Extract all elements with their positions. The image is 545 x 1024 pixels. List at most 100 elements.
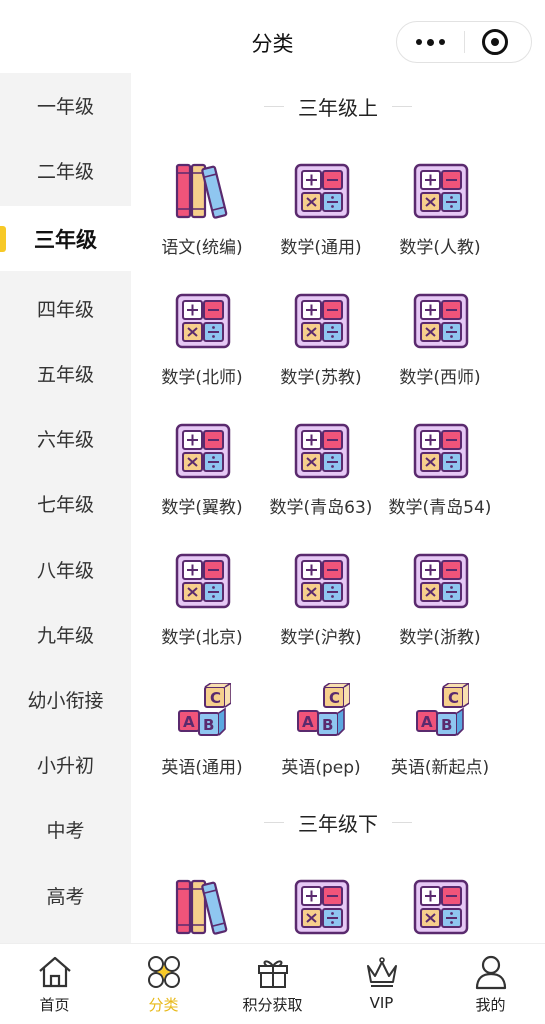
sidebar-item-grade-7[interactable]: 七年级 bbox=[0, 471, 131, 536]
category-label: 英语(pep) bbox=[281, 758, 361, 778]
category-item-math[interactable]: 数学(翼教) bbox=[143, 423, 261, 543]
tab-label: 我的 bbox=[475, 996, 506, 1014]
sidebar-item-grade-6[interactable]: 六年级 bbox=[0, 406, 131, 471]
category-content: 三年级上 语文(统编) 数学(通用) 数学(人教) 数学(北师) 数学(苏教) … bbox=[131, 73, 545, 943]
close-target-icon[interactable] bbox=[482, 29, 508, 55]
calculator-icon bbox=[413, 879, 469, 935]
sidebar-item-label: 幼小衔接 bbox=[27, 690, 104, 712]
sidebar-item-label: 高考 bbox=[46, 886, 85, 908]
sidebar-item-label: 五年级 bbox=[36, 364, 94, 386]
tab-mine[interactable]: 我的 bbox=[436, 944, 545, 1024]
category-item-math[interactable]: 数学(苏教) bbox=[262, 293, 380, 413]
tab-label: 积分获取 bbox=[242, 996, 303, 1014]
category-label: 语文(统编) bbox=[161, 238, 243, 258]
more-menu-icon[interactable] bbox=[397, 22, 464, 62]
sidebar-item-grade-8[interactable]: 八年级 bbox=[0, 537, 131, 602]
sidebar-item-preschool[interactable]: 幼小衔接 bbox=[0, 667, 131, 732]
sidebar-item-label: 二年级 bbox=[36, 161, 94, 183]
category-item-math[interactable]: 数学(浙教) bbox=[381, 553, 499, 673]
abc-blocks-icon bbox=[297, 683, 350, 736]
tab-points[interactable]: 积分获取 bbox=[218, 944, 327, 1024]
sidebar-item-grade-5[interactable]: 五年级 bbox=[0, 341, 131, 406]
category-label: 数学(沪教) bbox=[280, 628, 362, 648]
category-item-english[interactable]: 英语(pep) bbox=[262, 683, 380, 803]
sidebar-item-grade-4[interactable]: 四年级 bbox=[0, 276, 131, 341]
section-title: 三年级下 bbox=[298, 811, 378, 836]
category-label: 数学(苏教) bbox=[280, 368, 362, 388]
category-item-math[interactable]: 数学(沪教) bbox=[262, 553, 380, 673]
sidebar-item-label: 小升初 bbox=[36, 755, 94, 777]
sidebar-item-label: 三年级 bbox=[34, 227, 97, 252]
abc-blocks-icon bbox=[416, 683, 469, 736]
calculator-icon bbox=[294, 423, 350, 479]
sidebar-item-grade-1[interactable]: 一年级 bbox=[0, 73, 131, 138]
sidebar-item-primary-to-middle[interactable]: 小升初 bbox=[0, 732, 131, 797]
sidebar-item-label: 中考 bbox=[46, 820, 85, 842]
category-item-math[interactable] bbox=[381, 879, 499, 943]
category-item-math[interactable]: 数学(青岛54) bbox=[381, 423, 499, 543]
section-header: 三年级上 bbox=[131, 91, 545, 121]
section-header: 三年级下 bbox=[131, 807, 545, 837]
category-label: 数学(西师) bbox=[399, 368, 481, 388]
category-item-math[interactable]: 数学(青岛63) bbox=[262, 423, 380, 543]
books-icon bbox=[175, 879, 228, 935]
calculator-icon bbox=[413, 293, 469, 349]
sidebar-item-grade-3[interactable]: 三年级 bbox=[0, 206, 131, 271]
sidebar-item-label: 四年级 bbox=[36, 299, 94, 321]
category-label: 数学(北师) bbox=[161, 368, 243, 388]
capsule-divider bbox=[464, 31, 465, 53]
category-label: 数学(青岛63) bbox=[269, 498, 373, 518]
active-indicator bbox=[0, 226, 6, 252]
calculator-icon bbox=[413, 423, 469, 479]
category-item-math[interactable]: 数学(西师) bbox=[381, 293, 499, 413]
tab-vip[interactable]: VIP bbox=[327, 944, 436, 1024]
tab-label: VIP bbox=[369, 994, 394, 1012]
category-item-english[interactable]: 英语(通用) bbox=[143, 683, 261, 803]
calculator-icon bbox=[413, 163, 469, 219]
calculator-icon bbox=[175, 553, 231, 609]
category-item-english[interactable]: 英语(新起点) bbox=[381, 683, 499, 803]
abc-blocks-icon bbox=[178, 683, 231, 736]
sidebar-item-gaokao[interactable]: 高考 bbox=[0, 863, 131, 928]
tab-home[interactable]: 首页 bbox=[0, 944, 109, 1024]
calculator-icon bbox=[413, 553, 469, 609]
gift-icon bbox=[258, 960, 288, 988]
section-title: 三年级上 bbox=[298, 95, 378, 120]
category-item-math[interactable]: 数学(人教) bbox=[381, 163, 499, 283]
category-label: 数学(北京) bbox=[161, 628, 243, 648]
calculator-icon bbox=[294, 553, 350, 609]
category-item-chinese[interactable]: 语文(统编) bbox=[143, 163, 261, 283]
user-icon bbox=[475, 955, 507, 990]
mini-program-capsule bbox=[396, 21, 532, 63]
category-item-chinese[interactable] bbox=[143, 879, 261, 943]
sidebar-item-label: 一年级 bbox=[36, 96, 94, 118]
category-label: 英语(通用) bbox=[161, 758, 243, 778]
sidebar-item-label: 八年级 bbox=[36, 560, 94, 582]
category-item-math[interactable]: 数学(北师) bbox=[143, 293, 261, 413]
tab-label: 分类 bbox=[148, 996, 179, 1014]
sidebar-item-grade-2[interactable]: 二年级 bbox=[0, 138, 131, 203]
calculator-icon bbox=[175, 423, 231, 479]
sidebar-item-label: 七年级 bbox=[36, 494, 94, 516]
calculator-icon bbox=[294, 879, 350, 935]
sidebar-item-grade-9[interactable]: 九年级 bbox=[0, 602, 131, 667]
category-label: 数学(青岛54) bbox=[388, 498, 492, 518]
calculator-icon bbox=[294, 293, 350, 349]
grade-sidebar: 一年级 二年级 三年级 四年级 五年级 六年级 七年级 八年级 九年级 幼小衔接… bbox=[0, 73, 131, 943]
calculator-icon bbox=[294, 163, 350, 219]
category-icon bbox=[148, 956, 180, 988]
sidebar-item-label: 九年级 bbox=[36, 625, 94, 647]
home-icon bbox=[39, 956, 71, 988]
category-item-math[interactable]: 数学(通用) bbox=[262, 163, 380, 283]
tab-category[interactable]: 分类 bbox=[109, 944, 218, 1024]
category-label: 数学(浙教) bbox=[399, 628, 481, 648]
category-label: 英语(新起点) bbox=[390, 758, 490, 778]
category-label: 数学(通用) bbox=[280, 238, 362, 258]
sidebar-item-label: 六年级 bbox=[36, 429, 94, 451]
sidebar-item-zhongkao[interactable]: 中考 bbox=[0, 797, 131, 862]
top-nav-bar: 分类 bbox=[0, 0, 545, 84]
category-label: 数学(人教) bbox=[399, 238, 481, 258]
crown-icon bbox=[367, 957, 397, 987]
category-item-math[interactable]: 数学(北京) bbox=[143, 553, 261, 673]
category-item-math[interactable] bbox=[262, 879, 380, 943]
